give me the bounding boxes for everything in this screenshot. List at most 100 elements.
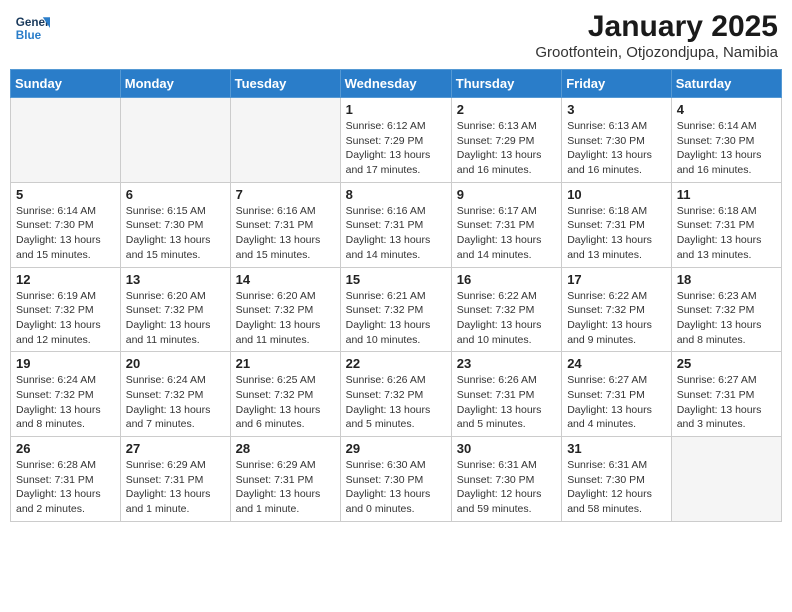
day-number: 26 — [16, 441, 115, 456]
day-info: Sunrise: 6:27 AM Sunset: 7:31 PM Dayligh… — [677, 373, 776, 432]
day-info: Sunrise: 6:18 AM Sunset: 7:31 PM Dayligh… — [567, 204, 666, 263]
day-info: Sunrise: 6:22 AM Sunset: 7:32 PM Dayligh… — [567, 289, 666, 348]
day-info: Sunrise: 6:16 AM Sunset: 7:31 PM Dayligh… — [346, 204, 446, 263]
day-number: 12 — [16, 272, 115, 287]
calendar-subtitle: Grootfontein, Otjozondjupa, Namibia — [535, 44, 778, 61]
day-number: 2 — [457, 102, 556, 117]
day-info: Sunrise: 6:12 AM Sunset: 7:29 PM Dayligh… — [346, 119, 446, 178]
logo: General Blue — [14, 10, 50, 46]
calendar-cell: 17 Sunrise: 6:22 AM Sunset: 7:32 PM Dayli… — [562, 267, 672, 352]
day-number: 9 — [457, 187, 556, 202]
day-number: 24 — [567, 356, 666, 371]
calendar-cell: 12 Sunrise: 6:19 AM Sunset: 7:32 PM Dayli… — [11, 267, 121, 352]
weekday-header-monday: Monday — [120, 70, 230, 98]
weekday-header-friday: Friday — [562, 70, 672, 98]
day-number: 20 — [126, 356, 225, 371]
day-info: Sunrise: 6:14 AM Sunset: 7:30 PM Dayligh… — [677, 119, 776, 178]
svg-text:Blue: Blue — [16, 29, 42, 42]
calendar-cell: 28 Sunrise: 6:29 AM Sunset: 7:31 PM Dayli… — [230, 437, 340, 522]
calendar-cell: 30Sunrise: 6:31 AM Sunset: 7:30 PM Dayli… — [451, 437, 561, 522]
calendar-cell: 20Sunrise: 6:24 AM Sunset: 7:32 PM Dayli… — [120, 352, 230, 437]
day-number: 25 — [677, 356, 776, 371]
calendar-cell: 11 Sunrise: 6:18 AM Sunset: 7:31 PM Dayli… — [671, 182, 781, 267]
weekday-header-row: SundayMondayTuesdayWednesdayThursdayFrid… — [11, 70, 782, 98]
day-info: Sunrise: 6:18 AM Sunset: 7:31 PM Dayligh… — [677, 204, 776, 263]
calendar-cell: 24 Sunrise: 6:27 AM Sunset: 7:31 PM Dayli… — [562, 352, 672, 437]
page-header: General Blue January 2025 Grootfontein, … — [10, 10, 782, 61]
weekday-header-sunday: Sunday — [11, 70, 121, 98]
day-number: 23 — [457, 356, 556, 371]
calendar-cell: 23 Sunrise: 6:26 AM Sunset: 7:31 PM Dayli… — [451, 352, 561, 437]
day-number: 13 — [126, 272, 225, 287]
calendar-cell: 27 Sunrise: 6:29 AM Sunset: 7:31 PM Dayli… — [120, 437, 230, 522]
day-info: Sunrise: 6:31 AM Sunset: 7:30 PM Dayligh… — [457, 458, 556, 517]
calendar-cell: 8 Sunrise: 6:16 AM Sunset: 7:31 PM Daylig… — [340, 182, 451, 267]
day-number: 11 — [677, 187, 776, 202]
week-row-2: 5Sunrise: 6:14 AM Sunset: 7:30 PM Daylig… — [11, 182, 782, 267]
day-info: Sunrise: 6:16 AM Sunset: 7:31 PM Dayligh… — [236, 204, 335, 263]
calendar-cell: 29Sunrise: 6:30 AM Sunset: 7:30 PM Dayli… — [340, 437, 451, 522]
day-number: 28 — [236, 441, 335, 456]
calendar-cell: 13Sunrise: 6:20 AM Sunset: 7:32 PM Dayli… — [120, 267, 230, 352]
day-number: 29 — [346, 441, 446, 456]
day-number: 6 — [126, 187, 225, 202]
calendar-cell: 15 Sunrise: 6:21 AM Sunset: 7:32 PM Dayli… — [340, 267, 451, 352]
day-info: Sunrise: 6:27 AM Sunset: 7:31 PM Dayligh… — [567, 373, 666, 432]
day-number: 27 — [126, 441, 225, 456]
day-info: Sunrise: 6:20 AM Sunset: 7:32 PM Dayligh… — [236, 289, 335, 348]
day-number: 31 — [567, 441, 666, 456]
calendar-cell: 14 Sunrise: 6:20 AM Sunset: 7:32 PM Dayli… — [230, 267, 340, 352]
week-row-1: 1 Sunrise: 6:12 AM Sunset: 7:29 PM Daylig… — [11, 98, 782, 183]
week-row-4: 19 Sunrise: 6:24 AM Sunset: 7:32 PM Dayli… — [11, 352, 782, 437]
day-number: 22 — [346, 356, 446, 371]
day-number: 3 — [567, 102, 666, 117]
calendar-cell: 9 Sunrise: 6:17 AM Sunset: 7:31 PM Daylig… — [451, 182, 561, 267]
calendar-cell: 4 Sunrise: 6:14 AM Sunset: 7:30 PM Daylig… — [671, 98, 781, 183]
day-info: Sunrise: 6:24 AM Sunset: 7:32 PM Dayligh… — [16, 373, 115, 432]
calendar-cell: 18 Sunrise: 6:23 AM Sunset: 7:32 PM Dayli… — [671, 267, 781, 352]
day-number: 4 — [677, 102, 776, 117]
day-info: Sunrise: 6:29 AM Sunset: 7:31 PM Dayligh… — [126, 458, 225, 517]
calendar-cell: 25 Sunrise: 6:27 AM Sunset: 7:31 PM Dayli… — [671, 352, 781, 437]
week-row-5: 26 Sunrise: 6:28 AM Sunset: 7:31 PM Dayli… — [11, 437, 782, 522]
day-info: Sunrise: 6:22 AM Sunset: 7:32 PM Dayligh… — [457, 289, 556, 348]
day-info: Sunrise: 6:26 AM Sunset: 7:31 PM Dayligh… — [457, 373, 556, 432]
calendar-cell: 2 Sunrise: 6:13 AM Sunset: 7:29 PM Daylig… — [451, 98, 561, 183]
day-number: 15 — [346, 272, 446, 287]
calendar-table: SundayMondayTuesdayWednesdayThursdayFrid… — [10, 69, 782, 522]
calendar-cell: 6 Sunrise: 6:15 AM Sunset: 7:30 PM Daylig… — [120, 182, 230, 267]
weekday-header-tuesday: Tuesday — [230, 70, 340, 98]
day-info: Sunrise: 6:13 AM Sunset: 7:30 PM Dayligh… — [567, 119, 666, 178]
week-row-3: 12 Sunrise: 6:19 AM Sunset: 7:32 PM Dayli… — [11, 267, 782, 352]
calendar-cell: 31 Sunrise: 6:31 AM Sunset: 7:30 PM Dayli… — [562, 437, 672, 522]
day-info: Sunrise: 6:31 AM Sunset: 7:30 PM Dayligh… — [567, 458, 666, 517]
day-info: Sunrise: 6:29 AM Sunset: 7:31 PM Dayligh… — [236, 458, 335, 517]
calendar-cell: 3 Sunrise: 6:13 AM Sunset: 7:30 PM Daylig… — [562, 98, 672, 183]
day-number: 21 — [236, 356, 335, 371]
day-info: Sunrise: 6:19 AM Sunset: 7:32 PM Dayligh… — [16, 289, 115, 348]
weekday-header-saturday: Saturday — [671, 70, 781, 98]
day-info: Sunrise: 6:28 AM Sunset: 7:31 PM Dayligh… — [16, 458, 115, 517]
calendar-cell — [120, 98, 230, 183]
day-number: 18 — [677, 272, 776, 287]
day-number: 19 — [16, 356, 115, 371]
day-number: 1 — [346, 102, 446, 117]
day-info: Sunrise: 6:15 AM Sunset: 7:30 PM Dayligh… — [126, 204, 225, 263]
day-number: 8 — [346, 187, 446, 202]
calendar-cell — [230, 98, 340, 183]
calendar-cell: 16 Sunrise: 6:22 AM Sunset: 7:32 PM Dayli… — [451, 267, 561, 352]
day-number: 17 — [567, 272, 666, 287]
title-block: January 2025 Grootfontein, Otjozondjupa,… — [535, 10, 778, 61]
day-info: Sunrise: 6:21 AM Sunset: 7:32 PM Dayligh… — [346, 289, 446, 348]
weekday-header-wednesday: Wednesday — [340, 70, 451, 98]
day-info: Sunrise: 6:23 AM Sunset: 7:32 PM Dayligh… — [677, 289, 776, 348]
calendar-title: January 2025 — [535, 10, 778, 44]
calendar-cell: 26 Sunrise: 6:28 AM Sunset: 7:31 PM Dayli… — [11, 437, 121, 522]
day-number: 14 — [236, 272, 335, 287]
logo-icon: General Blue — [14, 10, 50, 46]
day-info: Sunrise: 6:13 AM Sunset: 7:29 PM Dayligh… — [457, 119, 556, 178]
day-info: Sunrise: 6:26 AM Sunset: 7:32 PM Dayligh… — [346, 373, 446, 432]
calendar-cell: 7Sunrise: 6:16 AM Sunset: 7:31 PM Daylig… — [230, 182, 340, 267]
day-number: 16 — [457, 272, 556, 287]
day-info: Sunrise: 6:17 AM Sunset: 7:31 PM Dayligh… — [457, 204, 556, 263]
